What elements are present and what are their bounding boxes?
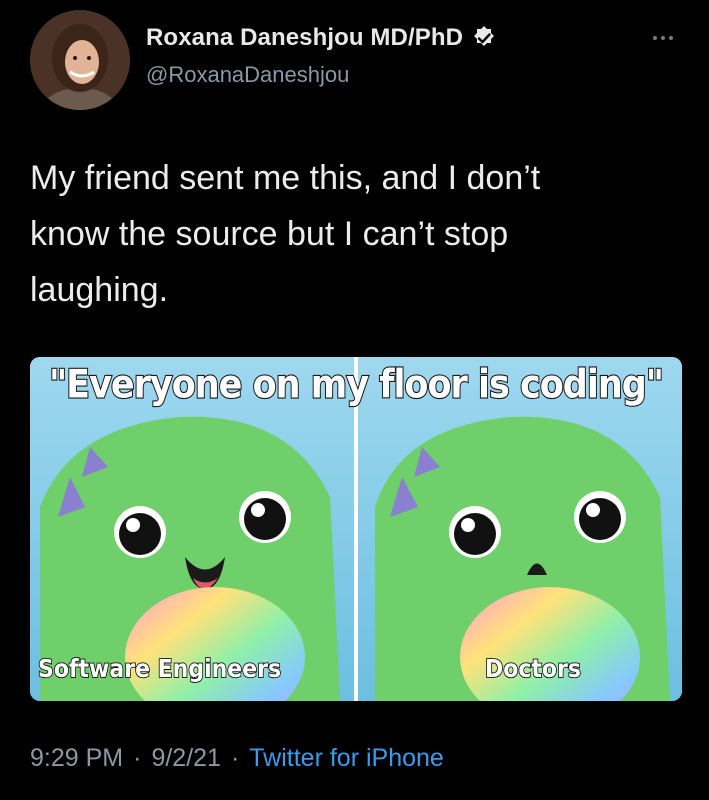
meme-image[interactable]: "Everyone on my floor is coding" Softwar… (30, 357, 682, 701)
meme-caption: "Everyone on my floor is coding" (48, 361, 665, 408)
tweet-meta: 9:29 PM · 9/2/21 · Twitter for iPhone (30, 744, 444, 773)
verified-badge-icon (474, 26, 495, 46)
tweet-source-link[interactable]: Twitter for iPhone (249, 744, 444, 773)
left-panel-label: Software Engineers (37, 654, 282, 685)
more-options-icon[interactable] (643, 28, 683, 48)
author-display-name[interactable]: Roxana Daneshjou MD/PhD (146, 24, 463, 52)
profile-photo-icon (30, 10, 130, 110)
right-panel-label: Doctors (484, 654, 582, 685)
author-name-row[interactable]: Roxana Daneshjou MD/PhD (146, 24, 497, 52)
tweet-text: My friend sent me this, and I don’t know… (30, 159, 541, 309)
tweet-date[interactable]: 9/2/21 (151, 744, 221, 773)
tweet-time[interactable]: 9:29 PM (30, 744, 123, 773)
meta-separator: · (133, 744, 142, 772)
meta-separator: · (230, 744, 240, 772)
author-handle[interactable]: @RoxanaDaneshjou (146, 62, 349, 88)
tweet: Roxana Daneshjou MD/PhD @RoxanaDaneshjou… (0, 0, 709, 800)
meme-illustration (30, 357, 682, 701)
avatar[interactable] (30, 10, 130, 110)
